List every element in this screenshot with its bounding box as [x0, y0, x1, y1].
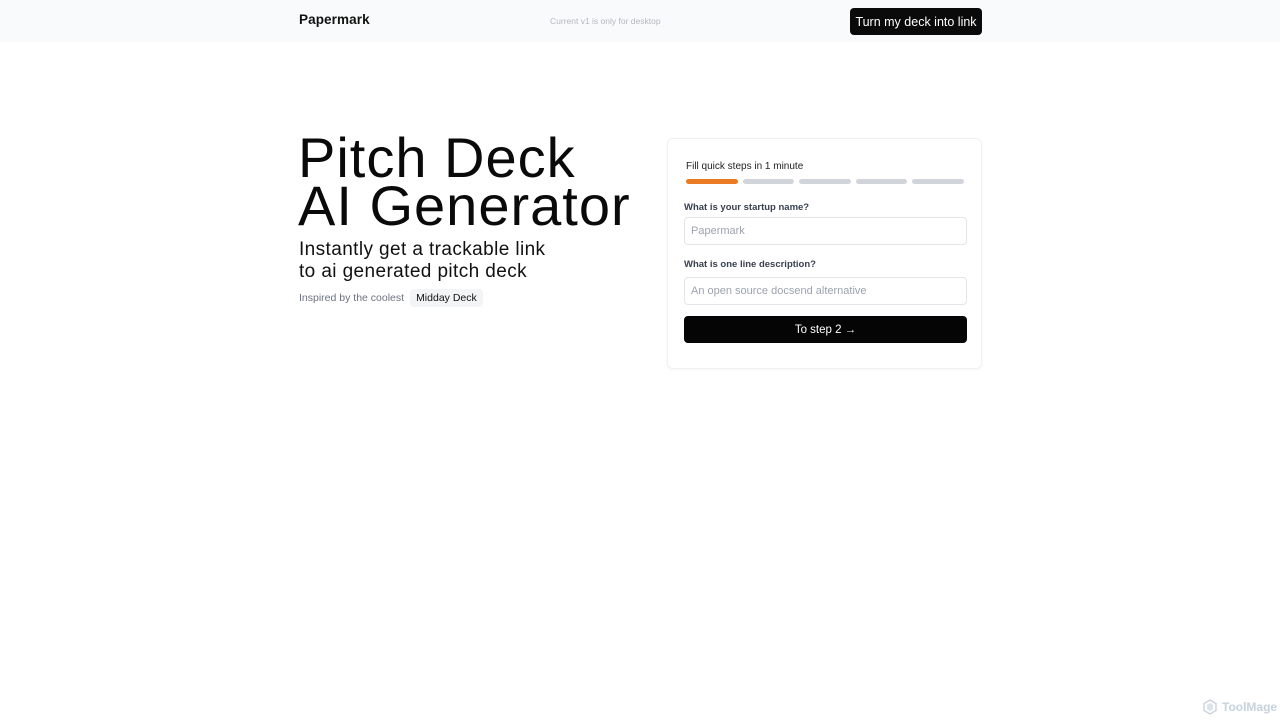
- next-step-button[interactable]: To step 2 →: [684, 316, 967, 343]
- inspired-label: Inspired by the coolest: [299, 292, 405, 304]
- progress-segment-3: [799, 179, 851, 184]
- step-description: Fill quick steps in 1 minute: [686, 161, 804, 172]
- progress-segment-1: [686, 179, 738, 184]
- startup-name-input[interactable]: [684, 217, 967, 245]
- turn-deck-into-link-button[interactable]: Turn my deck into link: [850, 8, 982, 35]
- watermark: ToolMage: [1202, 699, 1277, 715]
- progress-segment-4: [855, 179, 908, 184]
- desktop-notice: Current v1 is only for desktop: [550, 16, 661, 26]
- generator-form-card: Fill quick steps in 1 minute What is you…: [667, 138, 982, 369]
- startup-name-label: What is your startup name?: [684, 202, 810, 213]
- description-label: What is one line description?: [684, 259, 816, 270]
- progress-segment-2: [742, 179, 795, 184]
- progress-segment-5: [912, 179, 964, 184]
- top-bar: Papermark Current v1 is only for desktop…: [0, 0, 1280, 42]
- description-input[interactable]: [684, 277, 967, 305]
- subtitle-line-1: Instantly get a trackable link: [299, 239, 546, 260]
- title-line-2: AI Generator: [298, 174, 631, 237]
- page-title: Pitch Deck AI Generator: [298, 130, 631, 237]
- subtitle-line-2: to ai generated pitch deck: [299, 261, 527, 282]
- watermark-text: ToolMage: [1222, 700, 1278, 714]
- hexagon-logo-icon: [1203, 699, 1217, 715]
- step-progress-bar: [686, 179, 964, 184]
- brand-logo[interactable]: Papermark: [299, 12, 370, 27]
- inspired-by: Inspired by the coolest Midday Deck: [299, 288, 483, 308]
- page-subtitle: Instantly get a trackable link to ai gen…: [299, 239, 545, 283]
- midday-deck-link[interactable]: Midday Deck: [410, 289, 483, 307]
